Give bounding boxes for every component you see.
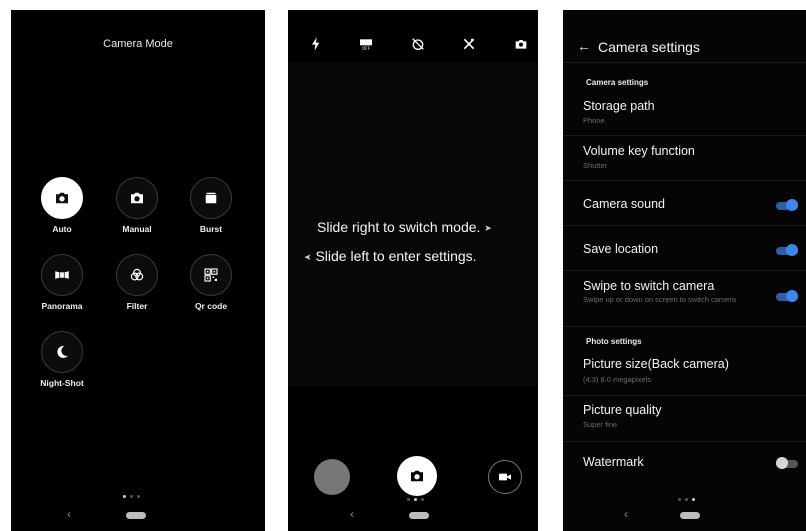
panorama-icon	[41, 254, 83, 296]
mode-label: Panorama	[41, 301, 83, 311]
mode-night-shot[interactable]: Night-Shot	[27, 331, 97, 388]
back-arrow-icon[interactable]: ←	[577, 38, 591, 54]
setting-subtitle: (4:3) 8.0 megapixels	[583, 375, 651, 384]
setting-picture-quality[interactable]: Picture quality Super fine	[563, 396, 806, 442]
scene-icon[interactable]	[459, 34, 479, 54]
settings-header: ← Camera settings	[563, 32, 806, 63]
setting-title: Storage path	[583, 99, 655, 113]
nav-home-button[interactable]	[409, 512, 429, 519]
page-indicator	[678, 498, 695, 501]
mode-filter[interactable]: Filter	[102, 254, 172, 311]
qr-code-icon	[190, 254, 232, 296]
svg-text:OFF: OFF	[362, 46, 370, 51]
mode-label: Auto	[52, 224, 72, 234]
setting-swipe-to-switch-camera[interactable]: Swipe to switch camera Swipe up or down …	[563, 271, 806, 327]
setting-title: Camera sound	[583, 197, 665, 211]
camera-sound-toggle[interactable]	[776, 199, 798, 211]
page-dot	[137, 495, 140, 498]
nav-back-button[interactable]: ‹	[624, 507, 628, 521]
settings-title: Camera settings	[598, 39, 700, 55]
setting-volume-key-function[interactable]: Volume key function Shutter	[563, 136, 806, 181]
setting-camera-sound[interactable]: Camera sound	[563, 181, 806, 226]
setting-subtitle: Super fine	[583, 420, 618, 429]
nav-home-button[interactable]	[680, 512, 700, 519]
setting-title: Swipe to switch camera	[583, 279, 715, 293]
burst-icon	[190, 177, 232, 219]
toggle-knob	[786, 290, 798, 302]
camera-icon	[41, 177, 83, 219]
camera-icon	[408, 467, 426, 485]
nav-home-button[interactable]	[126, 512, 146, 519]
mode-qr-code[interactable]: Qr code	[176, 254, 246, 311]
arrow-left-icon: ➤	[304, 251, 312, 262]
toggle-knob	[776, 457, 788, 469]
watermark-toggle[interactable]	[776, 457, 798, 469]
arrow-right-icon: ➤	[484, 222, 492, 233]
setting-picture-size[interactable]: Picture size(Back camera) (4:3) 8.0 mega…	[563, 350, 806, 396]
setting-title: Watermark	[583, 455, 644, 469]
mode-label: Qr code	[194, 301, 228, 311]
setting-watermark[interactable]: Watermark	[563, 442, 806, 480]
page-dot	[678, 498, 681, 501]
nav-back-button[interactable]: ‹	[350, 507, 354, 521]
timer-off-icon[interactable]	[408, 34, 428, 54]
setting-title: Picture quality	[583, 403, 662, 417]
video-camera-icon	[497, 469, 513, 485]
setting-storage-path[interactable]: Storage path Phone	[563, 92, 806, 136]
moon-icon	[41, 331, 83, 373]
section-photo-settings: Photo settings	[586, 337, 642, 346]
swipe-switch-camera-toggle[interactable]	[776, 290, 798, 302]
page-dot	[123, 495, 126, 498]
camera-mode-screen: Camera Mode Auto Manual Burst Panorama F…	[11, 10, 265, 531]
gallery-thumbnail[interactable]	[314, 459, 350, 495]
viewfinder-screen: OFF Slide right to switch mode. ➤ ➤ Slid…	[288, 10, 538, 531]
save-location-toggle[interactable]	[776, 244, 798, 256]
mode-panorama[interactable]: Panorama	[27, 254, 97, 311]
mode-label: Manual	[122, 224, 152, 234]
hint-right-text: Slide right to switch mode.	[317, 219, 481, 235]
toggle-knob	[786, 199, 798, 211]
setting-subtitle: Swipe up or down on screen to switch cam…	[583, 295, 736, 304]
camera-icon	[116, 177, 158, 219]
mode-auto[interactable]: Auto	[27, 177, 97, 234]
shutter-button[interactable]	[397, 456, 437, 496]
toggle-knob	[786, 244, 798, 256]
page-dot	[414, 498, 417, 501]
flash-icon[interactable]	[306, 34, 326, 54]
setting-save-location[interactable]: Save location	[563, 226, 806, 271]
video-record-button[interactable]	[488, 460, 522, 494]
mode-label: Night-Shot	[40, 378, 84, 388]
hint-left: ➤ Slide left to enter settings.	[304, 248, 538, 264]
setting-title: Volume key function	[583, 144, 695, 158]
filter-icon	[116, 254, 158, 296]
page-indicator	[123, 495, 140, 498]
nav-back-button[interactable]: ‹	[67, 507, 71, 521]
hdr-off-icon[interactable]: OFF	[356, 34, 376, 54]
setting-title: Picture size(Back camera)	[583, 357, 729, 371]
mode-label: Burst	[199, 224, 223, 234]
setting-subtitle: Shutter	[583, 161, 608, 170]
mode-label: Filter	[126, 301, 148, 311]
setting-subtitle: Phone	[583, 116, 605, 125]
hint-left-text: Slide left to enter settings.	[315, 248, 477, 264]
page-dot	[130, 495, 133, 498]
section-camera-settings: Camera settings	[586, 78, 649, 87]
page-dot	[685, 498, 688, 501]
mode-burst[interactable]: Burst	[176, 177, 246, 234]
mode-manual[interactable]: Manual	[102, 177, 172, 234]
hint-right: Slide right to switch mode. ➤	[317, 219, 538, 235]
setting-title: Save location	[583, 242, 659, 256]
page-dot	[421, 498, 424, 501]
page-dot	[407, 498, 410, 501]
page-dot	[692, 498, 695, 501]
camera-mode-title: Camera Mode	[103, 38, 173, 50]
switch-camera-icon[interactable]	[511, 34, 531, 54]
camera-settings-screen: ← Camera settings Camera settings Storag…	[563, 10, 806, 531]
page-indicator	[407, 498, 424, 501]
camera-top-bar: OFF	[288, 34, 538, 54]
